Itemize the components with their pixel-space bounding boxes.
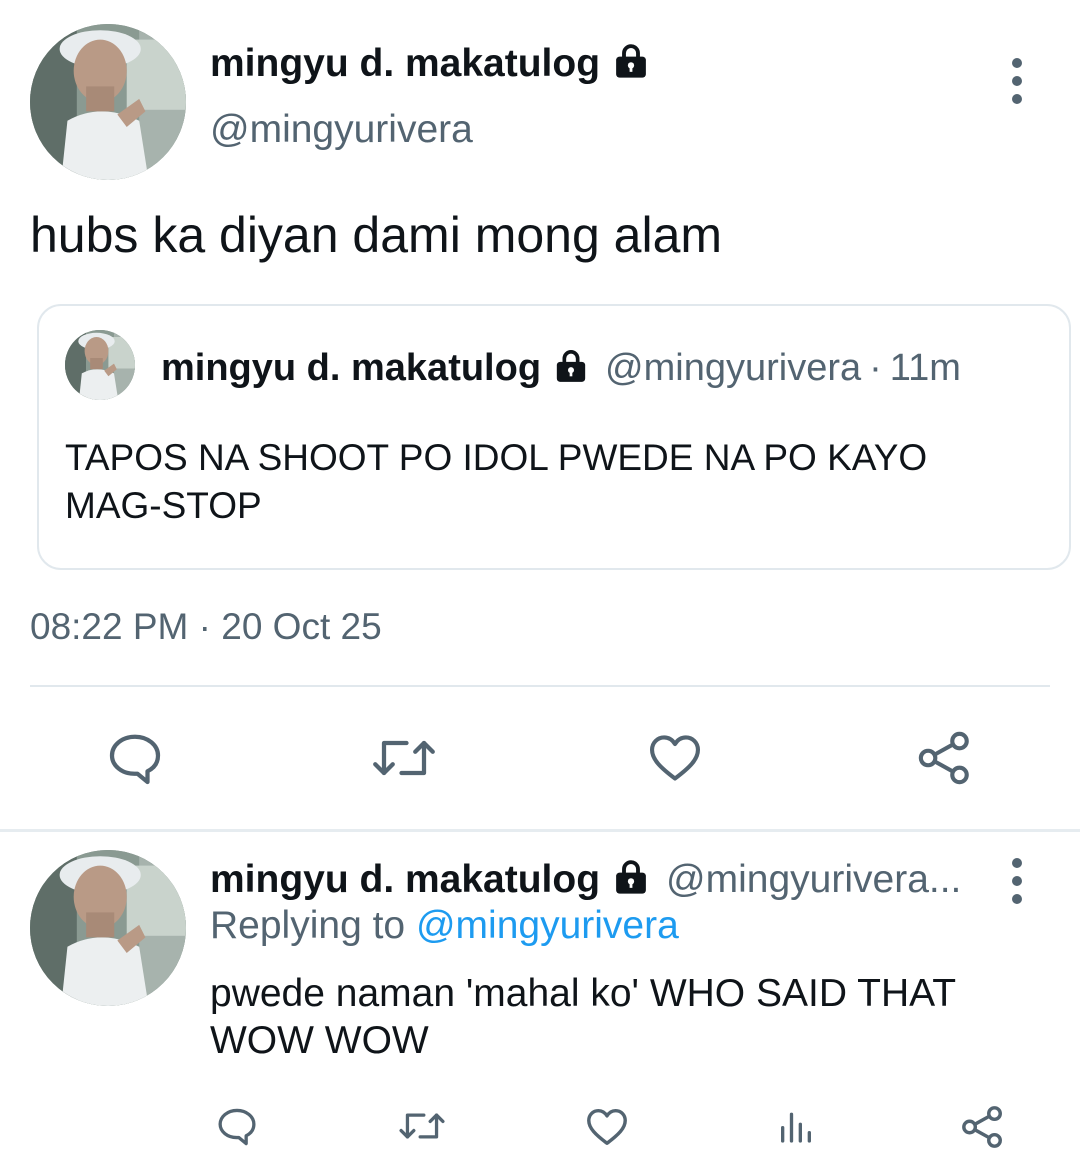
retweet-icon[interactable] bbox=[369, 730, 439, 786]
quoted-avatar bbox=[65, 330, 135, 400]
divider bbox=[30, 685, 1050, 687]
reply-icon[interactable] bbox=[214, 1104, 260, 1148]
avatar-image bbox=[30, 850, 186, 1006]
quoted-header: mingyu d. makatulog @mingyurivera · 11m bbox=[161, 346, 961, 391]
retweet-icon[interactable] bbox=[396, 1106, 448, 1146]
reply-header: mingyu d. makatulog @mingyurivera... bbox=[210, 856, 961, 903]
lock-icon bbox=[551, 346, 591, 391]
section-divider bbox=[0, 829, 1080, 832]
share-icon[interactable] bbox=[960, 1104, 1006, 1150]
quoted-tweet-card[interactable]: mingyu d. makatulog @mingyurivera · 11m … bbox=[37, 304, 1071, 570]
more-options-icon[interactable] bbox=[1007, 858, 1027, 904]
tweet-timestamp: 08:22 PM · 20 Oct 25 bbox=[30, 606, 382, 647]
quoted-author-name: mingyu d. makatulog bbox=[161, 347, 542, 389]
author-name[interactable]: mingyu d. makatulog bbox=[210, 42, 600, 86]
avatar-image bbox=[30, 24, 186, 180]
lock-icon bbox=[610, 856, 652, 903]
quoted-author-handle: @mingyurivera bbox=[605, 347, 862, 389]
dot-separator: · bbox=[869, 347, 882, 389]
analytics-icon[interactable] bbox=[775, 1106, 817, 1146]
reply-icon[interactable] bbox=[104, 728, 166, 788]
author-handle[interactable]: @mingyurivera bbox=[210, 108, 473, 152]
avatar-image bbox=[65, 330, 135, 400]
reply-author-handle[interactable]: @mingyurivera... bbox=[666, 858, 961, 902]
more-options-icon[interactable] bbox=[1007, 58, 1027, 104]
lock-icon bbox=[610, 40, 652, 87]
avatar[interactable] bbox=[30, 850, 186, 1006]
avatar[interactable] bbox=[30, 24, 186, 180]
like-icon[interactable] bbox=[584, 1104, 630, 1150]
share-icon[interactable] bbox=[916, 729, 974, 787]
like-icon[interactable] bbox=[646, 729, 704, 787]
quoted-text: TAPOS NA SHOOT PO IDOL PWEDE NA PO KAYO … bbox=[65, 437, 928, 526]
replying-to: Replying to @mingyurivera bbox=[210, 904, 679, 948]
reply-author-name[interactable]: mingyu d. makatulog bbox=[210, 858, 600, 902]
replying-to-mention[interactable]: @mingyurivera bbox=[416, 904, 679, 947]
quoted-time: 11m bbox=[889, 347, 961, 389]
replying-to-label: Replying to bbox=[210, 904, 406, 947]
tweet-text: hubs ka diyan dami mong alam bbox=[30, 207, 723, 263]
reply-text: pwede naman 'mahal ko' WHO SAID THAT WOW… bbox=[210, 972, 956, 1062]
author-name-row: mingyu d. makatulog bbox=[210, 40, 652, 87]
